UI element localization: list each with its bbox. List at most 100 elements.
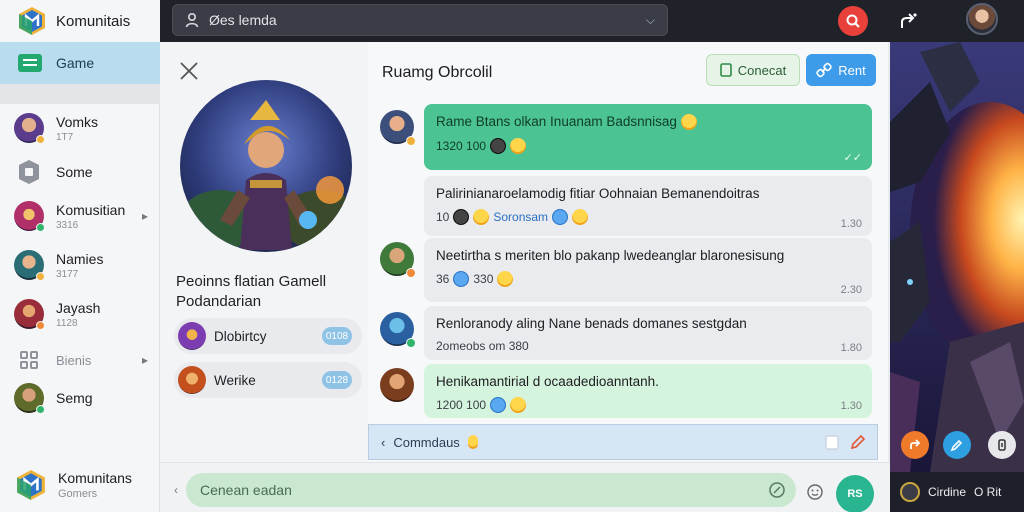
sidebar-item-namies[interactable]: Namies 3177 [14, 247, 154, 283]
doc-icon [719, 63, 732, 77]
profile-chip[interactable]: Dlobirtcy 0108 [174, 318, 362, 354]
info-button[interactable] [988, 431, 1016, 459]
sidebar-item-game[interactable]: Game [0, 42, 160, 84]
sidebar-item-label: Namies [56, 250, 104, 267]
read-receipt-icon: ✓✓ [843, 152, 862, 164]
avatar [380, 312, 416, 348]
back-arrow-icon[interactable]: ‹ [381, 435, 385, 450]
sidebar-item-label: Game [56, 55, 95, 71]
message-bubble: Rame Btans olkan Inuanam Badsnnisag 1320… [424, 104, 872, 170]
share-button[interactable] [894, 6, 924, 36]
reset-label: Rent [838, 62, 866, 78]
chip-label: Dlobirtcy [214, 328, 267, 344]
emoji-icon [510, 397, 527, 413]
search-bar[interactable]: Øes lemda ⌵ [172, 4, 668, 36]
info-icon [998, 439, 1006, 451]
sidebar-item-bienis[interactable]: Bienis ▸ [14, 342, 154, 378]
sidebar-item-label: Semg [56, 390, 93, 406]
message-meta-2: 330 [473, 272, 494, 286]
sidebar-item-some[interactable]: Some [14, 154, 154, 190]
sidebar-footer[interactable]: Komunitans Gomers [16, 468, 132, 502]
sidebar-item-label: Bienis [56, 352, 92, 368]
avatar [380, 110, 416, 146]
emoji-icon [497, 271, 514, 287]
komunitas-logo-icon [17, 470, 45, 500]
profile-title: Peoinns flatian Gamell Podandarian [176, 273, 327, 310]
clipboard-icon[interactable] [823, 433, 841, 451]
connect-button[interactable]: Conecat [706, 54, 800, 86]
message-text: Rame Btans olkan Inuanam Badsnnisag [436, 114, 677, 129]
share-button[interactable] [901, 431, 929, 459]
brand-name: Komunitais [56, 12, 131, 30]
attach-icon[interactable] [768, 481, 786, 499]
composer-bar: ‹ Cenean eadan RS [160, 462, 890, 512]
message-input-placeholder: Cenean eadan [200, 482, 292, 498]
emoji-icon [490, 397, 507, 413]
sidebar-item-label: Jayash [56, 299, 101, 316]
message-time: 1.80 [840, 342, 862, 354]
emoji-icon [473, 209, 490, 225]
emoji-icon [453, 209, 470, 225]
share-icon [910, 439, 921, 449]
count-badge: 0128 [322, 371, 352, 389]
sidebar-item-jayash[interactable]: Jayash 1128 [14, 296, 154, 332]
chevron-right-icon[interactable]: ▸ [142, 209, 148, 223]
chevron-left-icon[interactable]: ‹ [174, 483, 178, 497]
message-link[interactable]: Soronsam [493, 210, 548, 224]
reply-strip-label: Commdaus [393, 434, 460, 450]
edit-button[interactable] [943, 431, 971, 459]
reset-button[interactable]: Rent [806, 54, 876, 86]
message-text: Renloranody aling Nane benads domanes se… [436, 316, 747, 331]
message-text: Palirinianaroelamodig fitiar Oohnaian Be… [436, 186, 760, 201]
brand[interactable]: Komunitais [0, 0, 160, 42]
art-footer-label: Cirdine [928, 485, 967, 499]
sidebar-divider [0, 84, 160, 104]
game-icon [18, 54, 42, 72]
profile-panel: Peoinns flatian Gamell Podandarian Dlobi… [160, 42, 368, 462]
count-badge: 0108 [322, 327, 352, 345]
link-icon [816, 62, 832, 78]
sidebar-item-vomks[interactable]: Vomks 1T7 [14, 110, 154, 146]
sidebar-item-semg[interactable]: Semg [14, 380, 154, 416]
chevron-down-icon[interactable]: ⌵ [646, 13, 655, 28]
emoji-icon [680, 114, 697, 131]
send-button[interactable]: RS [836, 475, 874, 512]
message-bubble: Palirinianaroelamodig fitiar Oohnaian Be… [424, 176, 872, 236]
chevron-right-icon[interactable]: ▸ [142, 353, 148, 367]
chat-title: Ruamg Obrcolil [382, 64, 493, 81]
shield-icon [19, 160, 39, 184]
avatar [14, 201, 45, 232]
search-icon [846, 14, 860, 28]
sidebar-item-sub: 3316 [56, 219, 79, 231]
message-input[interactable]: Cenean eadan [186, 473, 796, 507]
message-meta: 10 [436, 210, 450, 224]
chat-panel: Ruamg Obrcolil Conecat Rent Rame Btans o… [368, 42, 888, 462]
sidebar-item-label: Komusitian [56, 201, 126, 218]
close-icon[interactable] [178, 60, 200, 82]
message-bubble: Henikamantirial d ocaadedioanntanh. 1200… [424, 364, 872, 418]
message-meta: 1200 100 [436, 398, 487, 412]
reply-strip[interactable]: ‹ Commdaus [368, 424, 878, 460]
emoji-icon [572, 209, 589, 225]
message-text: Neetirtha s meriten blo pakanp lwedeangl… [436, 248, 785, 263]
avatar [14, 299, 45, 330]
sidebar-item-label: Some [56, 164, 93, 180]
pencil-icon[interactable] [849, 433, 867, 451]
profile-chip[interactable]: Werike 0128 [174, 362, 362, 398]
avatar [14, 113, 45, 144]
camera-icon [900, 482, 920, 502]
art-footer[interactable]: Cirdine O Rit [890, 472, 1024, 512]
sidebar: Game Vomks 1T7 Some Komusitian 3316 ▸ Nami… [0, 42, 160, 512]
user-avatar[interactable] [966, 3, 998, 35]
flame-icon [467, 435, 478, 449]
message-meta: 2omeobs om 380 [436, 339, 529, 353]
message-time: 1.30 [840, 218, 862, 230]
game-artwork [890, 42, 1024, 472]
emoji-icon[interactable] [806, 483, 824, 501]
sidebar-item-komusitian[interactable]: Komusitian 3316 ▸ [14, 198, 154, 234]
avatar [14, 383, 45, 414]
message-time: 2.30 [840, 284, 862, 296]
avatar [380, 368, 414, 402]
search-button[interactable] [838, 6, 868, 36]
search-input[interactable]: Øes lemda [209, 12, 636, 28]
